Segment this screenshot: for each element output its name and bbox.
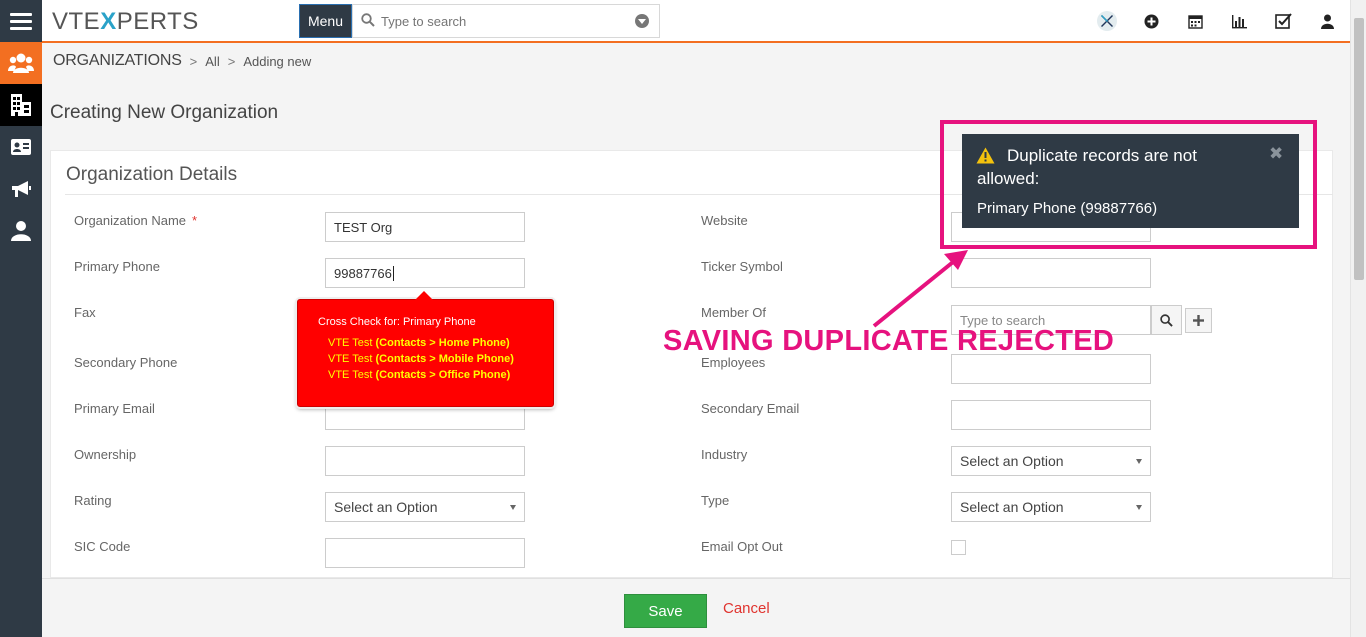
- dropdown-arrow-icon: [510, 505, 516, 510]
- match-paren-close: ): [506, 337, 510, 349]
- global-search-input[interactable]: [381, 13, 621, 29]
- dropdown-arrow-icon: [1136, 505, 1142, 510]
- cross-check-match[interactable]: VTE Test (Contacts > Home Phone): [328, 335, 553, 351]
- logo-text-left: VTE: [52, 8, 101, 35]
- global-search[interactable]: [352, 4, 660, 38]
- notification-message-line1: Duplicate records are not: [1007, 146, 1197, 165]
- cross-check-title: Cross Check for: Primary Phone: [318, 316, 476, 328]
- rating-select-value: Select an Option: [334, 499, 438, 515]
- popover-notch: [415, 291, 433, 300]
- ownership-field[interactable]: [325, 446, 525, 476]
- match-field-path: Contacts > Home Phone: [379, 337, 506, 349]
- organizations-icon[interactable]: [0, 84, 42, 126]
- megaphone-icon[interactable]: [0, 168, 42, 210]
- menu-button[interactable]: Menu: [299, 4, 352, 38]
- org-name-label: Organization Name *: [74, 213, 197, 228]
- calendar-icon[interactable]: [1184, 10, 1206, 32]
- email-opt-out-checkbox[interactable]: [951, 540, 966, 555]
- toolbar-icons: [1096, 10, 1338, 32]
- duplicate-notification: Duplicate records are not allowed: Prima…: [962, 134, 1299, 228]
- fax-label: Fax: [74, 305, 96, 320]
- rating-label: Rating: [74, 493, 112, 508]
- logo-text-x: X: [100, 8, 117, 35]
- cross-check-popover: Cross Check for: Primary Phone VTE Test …: [297, 291, 554, 407]
- industry-label: Industry: [701, 447, 748, 462]
- text-cursor: [392, 265, 394, 281]
- required-marker: *: [192, 213, 198, 228]
- chevron-right-icon: >: [227, 53, 236, 69]
- breadcrumb-current: Adding new: [243, 53, 312, 69]
- ticker-symbol-label: Ticker Symbol: [701, 259, 783, 274]
- member-of-add-button[interactable]: [1185, 308, 1212, 333]
- person-icon[interactable]: [0, 210, 42, 252]
- match-record-name: VTE Test: [328, 353, 373, 365]
- secondary-phone-label: Secondary Phone: [74, 355, 178, 370]
- cancel-link[interactable]: Cancel: [723, 600, 770, 617]
- email-opt-out-label: Email Opt Out: [701, 539, 783, 554]
- sic-code-label: SIC Code: [74, 539, 131, 554]
- org-name-label-text: Organization Name: [74, 213, 186, 228]
- top-header: VTEXPERTS Menu: [42, 0, 1350, 43]
- notification-detail: Primary Phone (99887766): [977, 200, 1158, 217]
- match-field-path: Contacts > Mobile Phone: [379, 353, 511, 365]
- match-paren-close: ): [510, 353, 514, 365]
- primary-phone-value: 99887766: [334, 265, 392, 281]
- tasks-checkbox-icon[interactable]: [1272, 10, 1294, 32]
- match-field-path: Contacts > Office Phone: [379, 369, 507, 381]
- add-icon[interactable]: [1140, 10, 1162, 32]
- scrollbar-thumb[interactable]: [1354, 18, 1364, 280]
- cross-check-match[interactable]: VTE Test (Contacts > Office Phone): [328, 367, 553, 383]
- member-of-label: Member Of: [701, 305, 767, 320]
- match-record-name: VTE Test: [328, 337, 373, 349]
- user-profile-icon[interactable]: [1316, 10, 1338, 32]
- ownership-label: Ownership: [74, 447, 137, 462]
- left-rail: [0, 0, 42, 637]
- chevron-right-icon: >: [189, 53, 198, 69]
- type-select[interactable]: Select an Option: [951, 492, 1151, 522]
- breadcrumb-filter[interactable]: All: [205, 54, 219, 69]
- save-button[interactable]: Save: [624, 594, 707, 628]
- close-icon[interactable]: ✖: [1269, 145, 1285, 162]
- cross-check-match[interactable]: VTE Test (Contacts > Mobile Phone): [328, 351, 553, 367]
- primary-email-label: Primary Email: [74, 401, 155, 416]
- primary-phone-field[interactable]: 99887766: [325, 258, 525, 288]
- breadcrumb: ORGANIZATIONS > All > Adding new: [53, 52, 311, 70]
- secondary-email-field[interactable]: [951, 400, 1151, 430]
- type-select-value: Select an Option: [960, 499, 1064, 515]
- users-icon[interactable]: [0, 42, 42, 84]
- logo-text-right: PERTS: [116, 8, 199, 35]
- section-title: Organization Details: [66, 164, 238, 185]
- annotation-label: SAVING DUPLICATE REJECTED: [663, 325, 1115, 357]
- page-scrollbar[interactable]: [1350, 0, 1366, 637]
- sic-code-field[interactable]: [325, 538, 525, 568]
- vtexperts-x-icon[interactable]: [1096, 10, 1118, 32]
- member-of-search-button[interactable]: [1151, 305, 1182, 335]
- hamburger-menu-icon[interactable]: [0, 0, 42, 42]
- employees-field[interactable]: [951, 354, 1151, 384]
- search-icon: [361, 12, 375, 30]
- search-icon: [1160, 313, 1173, 327]
- primary-phone-label: Primary Phone: [74, 259, 160, 274]
- rating-select[interactable]: Select an Option: [325, 492, 525, 522]
- reports-chart-icon[interactable]: [1228, 10, 1250, 32]
- website-label: Website: [701, 213, 748, 228]
- breadcrumb-module[interactable]: ORGANIZATIONS: [53, 52, 182, 70]
- org-name-field[interactable]: TEST Org: [325, 212, 525, 242]
- warning-icon: [976, 147, 995, 167]
- vtexperts-logo[interactable]: VTEXPERTS: [52, 8, 199, 36]
- notification-message-line2: allowed:: [977, 169, 1040, 188]
- type-label: Type: [701, 493, 730, 508]
- page-title: Creating New Organization: [50, 102, 279, 123]
- match-record-name: VTE Test: [328, 369, 373, 381]
- contact-card-icon[interactable]: [0, 126, 42, 168]
- search-dropdown-icon[interactable]: [635, 14, 649, 28]
- industry-select[interactable]: Select an Option: [951, 446, 1151, 476]
- match-paren-close: ): [506, 369, 511, 381]
- industry-select-value: Select an Option: [960, 453, 1064, 469]
- dropdown-arrow-icon: [1136, 459, 1142, 464]
- secondary-email-label: Secondary Email: [701, 401, 800, 416]
- plus-icon: [1193, 315, 1204, 326]
